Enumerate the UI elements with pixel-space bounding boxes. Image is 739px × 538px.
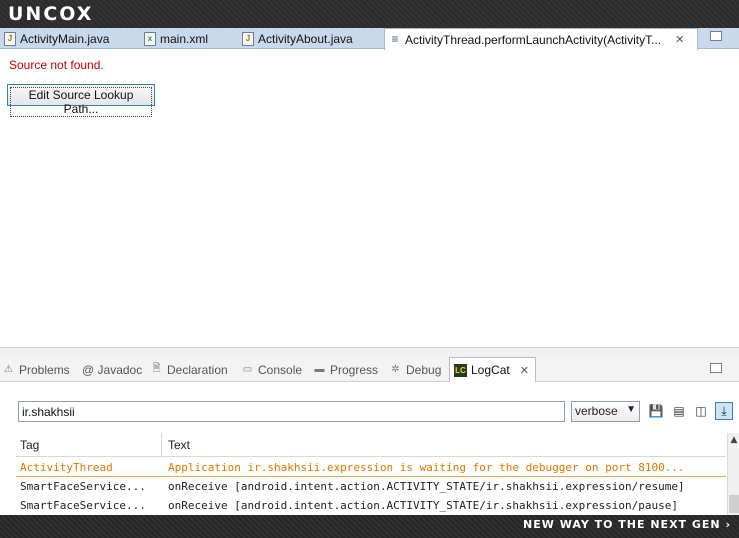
- progress-icon: ▬: [314, 364, 325, 375]
- tab-label: ActivityAbout.java: [258, 31, 353, 46]
- close-icon[interactable]: ✕: [675, 33, 684, 46]
- tab-console[interactable]: ▭ Console: [241, 357, 302, 382]
- scroll-lock-button[interactable]: ⤓: [715, 402, 733, 420]
- chevron-up-icon[interactable]: ▲: [728, 435, 739, 445]
- tab-debug[interactable]: ✲ Debug: [389, 357, 441, 382]
- button-label: Edit Source Lookup Path...: [10, 87, 152, 117]
- row-text: Application ir.shakhsii.expression is wa…: [168, 461, 685, 474]
- table-row[interactable]: SmartFaceService... onReceive [android.i…: [16, 477, 726, 496]
- tab-label: @ Javadoc: [82, 362, 143, 377]
- tab-label: ActivityThread.performLaunchActivity(Act…: [405, 32, 662, 47]
- table-row[interactable]: SmartFaceService... onReceive [android.i…: [16, 496, 726, 515]
- tab-activity-main[interactable]: J ActivityMain.java: [0, 28, 136, 49]
- tab-javadoc[interactable]: @ Javadoc: [82, 357, 142, 382]
- edit-source-lookup-button[interactable]: Edit Source Lookup Path...: [7, 84, 155, 117]
- close-icon[interactable]: ✕: [520, 364, 529, 377]
- row-tag: ActivityThread: [20, 461, 113, 474]
- java-file-icon: J: [4, 31, 16, 46]
- brand-logo: UNCOX: [8, 3, 94, 25]
- editor-tab-bar: J ActivityMain.java x main.xml J Activit…: [0, 28, 739, 50]
- selected-level: verbose: [575, 404, 618, 418]
- scrollbar-thumb[interactable]: [729, 495, 739, 513]
- minimize-view-button[interactable]: [710, 363, 722, 373]
- row-tag: SmartFaceService...: [20, 480, 146, 493]
- minimize-editor-button[interactable]: [710, 31, 722, 41]
- brand-banner: NEW WAY TO THE NEXT GEN ›: [0, 515, 739, 538]
- save-log-button[interactable]: 💾: [647, 402, 665, 420]
- tab-main-xml[interactable]: x main.xml: [140, 28, 236, 49]
- tab-logcat[interactable]: LC LogCat ✕: [449, 357, 536, 382]
- brand-bar: UNCOX: [0, 0, 739, 28]
- xml-file-icon: x: [144, 31, 156, 46]
- tab-label: Progress: [330, 362, 379, 377]
- problems-icon: ⚠: [4, 364, 13, 375]
- tab-progress[interactable]: ▬ Progress: [313, 357, 379, 382]
- tab-label: Console: [258, 362, 303, 377]
- tab-label: ActivityMain.java: [20, 31, 110, 46]
- panel-splitter[interactable]: [0, 347, 739, 357]
- clear-log-button[interactable]: ▤: [670, 402, 688, 420]
- declaration-icon: 🗎: [152, 363, 161, 374]
- tab-label: Problems: [19, 362, 70, 377]
- logcat-icon: LC: [454, 363, 467, 377]
- column-header-text[interactable]: Text: [168, 438, 190, 452]
- console-icon: ▭: [242, 364, 253, 375]
- row-tag: SmartFaceService...: [20, 499, 146, 512]
- class-file-icon: ≡: [391, 31, 399, 46]
- source-not-found-message: Source not found.: [9, 58, 104, 72]
- chevron-down-icon: ▼: [626, 404, 636, 415]
- log-level-select[interactable]: verbose ▼: [571, 401, 640, 422]
- toggle-filters-button[interactable]: ◫: [692, 402, 710, 420]
- logcat-filter-input[interactable]: [18, 401, 565, 422]
- table-row[interactable]: ActivityThread Application ir.shakhsii.e…: [16, 458, 726, 477]
- brand-tagline: NEW WAY TO THE NEXT GEN ›: [523, 518, 731, 531]
- tab-label: main.xml: [160, 31, 209, 46]
- tab-activity-thread[interactable]: ≡ ActivityThread.performLaunchActivity(A…: [384, 28, 698, 50]
- view-tab-bar: ⚠ Problems @ Javadoc 🗎 Declaration ▭ Con…: [0, 357, 739, 382]
- tab-label: Debug: [406, 362, 442, 377]
- column-header-tag[interactable]: Tag: [20, 438, 39, 452]
- tab-label: Declaration: [167, 362, 228, 377]
- row-text: onReceive [android.intent.action.ACTIVIT…: [168, 480, 685, 493]
- log-table-header: Tag Text: [16, 433, 726, 457]
- log-scrollbar[interactable]: ▲: [727, 433, 739, 515]
- row-text: onReceive [android.intent.action.ACTIVIT…: [168, 499, 678, 512]
- java-file-icon: J: [242, 31, 254, 46]
- tab-declaration[interactable]: 🗎 Declaration: [150, 357, 228, 382]
- column-divider[interactable]: [161, 433, 162, 457]
- tab-activity-about[interactable]: J ActivityAbout.java: [238, 28, 381, 49]
- tab-problems[interactable]: ⚠ Problems: [2, 357, 70, 382]
- debug-icon: ✲: [391, 364, 400, 375]
- tab-label: LogCat: [471, 363, 510, 377]
